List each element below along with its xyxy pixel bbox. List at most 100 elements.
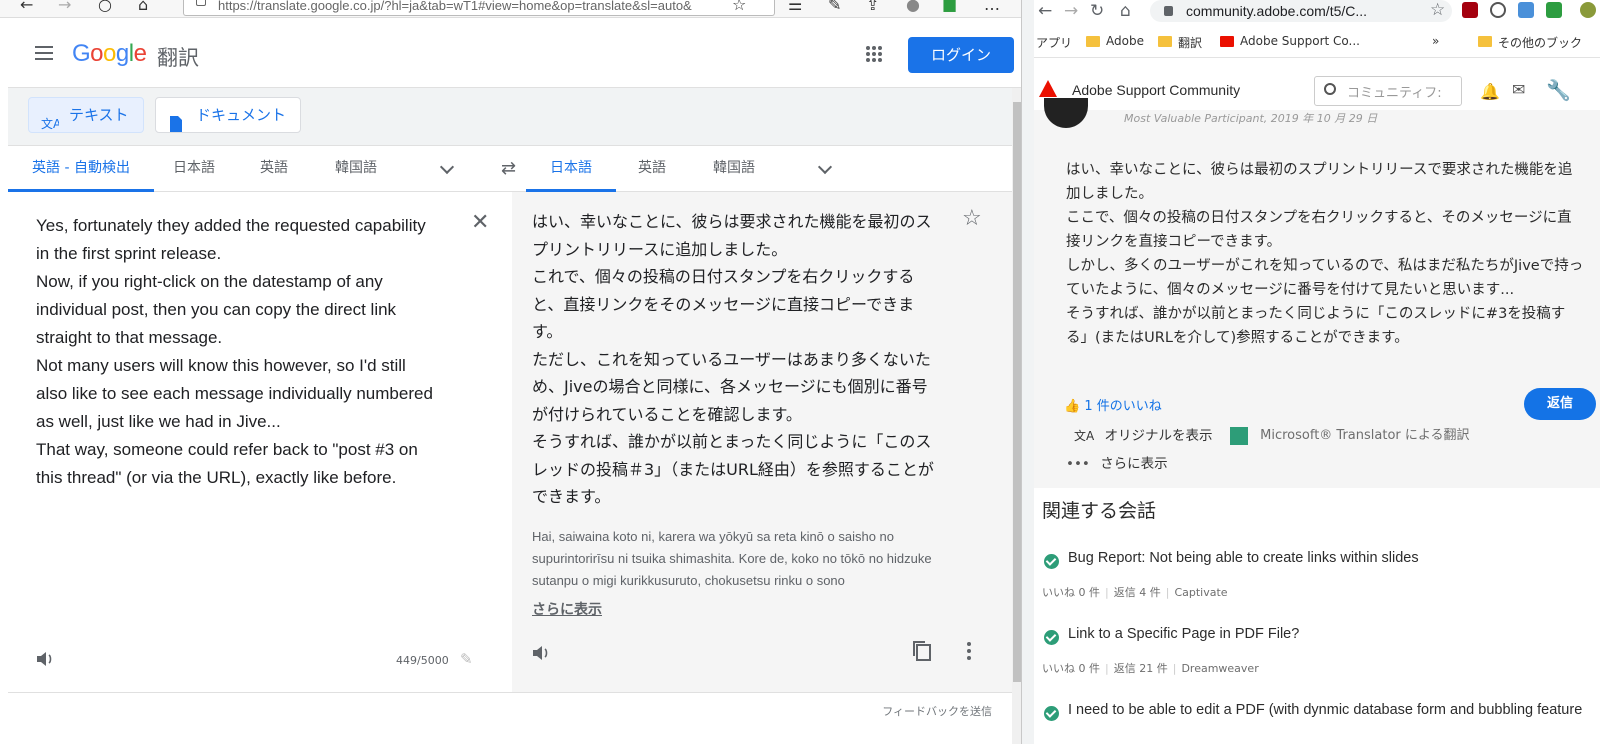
back-icon[interactable]: ← <box>20 0 33 14</box>
target-panel: はい、幸いなことに、彼らは要求された機能を最初のスプリントリリースに追加しました… <box>512 192 1012 692</box>
product-name: 翻訳 <box>157 46 199 70</box>
conversation-title[interactable]: Link to a Specific Page in PDF File? <box>1068 626 1299 642</box>
bookmark-star-icon[interactable]: ☆ <box>1430 0 1445 20</box>
translate-icon: 文A <box>41 106 59 140</box>
reply-button[interactable]: 返信 <box>1524 388 1596 420</box>
bookmark-adobe-support[interactable]: Adobe Support Co... <box>1220 34 1360 48</box>
conversation-meta: いいね 0 件 | 返信 4 件 | Captivate <box>1042 586 1228 599</box>
translation-output: はい、幸いなことに、彼らは要求された機能を最初のスプリントリリースに追加しました… <box>532 212 934 506</box>
target-speaker-icon[interactable] <box>532 642 552 662</box>
show-original-link[interactable]: 文A オリジナルを表示 <box>1074 424 1213 444</box>
thumbs-up-icon: 👍 <box>1064 399 1081 414</box>
bookmarks-bar: アプリ Adobe 翻訳 Adobe Support Co... » その他のブ… <box>1034 28 1600 58</box>
edge-toolbar: ← → ○ ⌂ https://translate.google.co.jp/?… <box>0 0 1021 18</box>
more-menu-icon[interactable]: … <box>984 0 1000 14</box>
translator-icon <box>1230 426 1248 445</box>
document-icon <box>168 106 184 140</box>
notification-bell-icon[interactable]: 🔔 <box>1480 82 1500 101</box>
bookmark-translate[interactable]: 翻訳 <box>1158 34 1202 51</box>
speaker-icon[interactable] <box>36 648 56 668</box>
forward-icon[interactable]: → <box>58 0 71 14</box>
save-star-icon[interactable]: ☆ <box>962 206 982 231</box>
author-avatar[interactable] <box>1044 98 1088 128</box>
source-lang-detect[interactable]: 英語 - 自動検出 <box>8 146 154 192</box>
scrollbar-thumb[interactable] <box>1013 102 1021 682</box>
address-bar[interactable]: https://translate.google.co.jp/?hl=ja&ta… <box>183 0 775 16</box>
favorite-star-icon[interactable]: ☆ <box>732 0 746 14</box>
show-more-link[interactable]: さらに表示 <box>532 599 602 619</box>
acrobat-extension-icon[interactable] <box>1462 2 1478 18</box>
source-lang-english[interactable]: 英語 <box>236 146 312 192</box>
source-textarea[interactable]: Yes, fortunately they added the requeste… <box>36 212 456 492</box>
address-text: https://translate.google.co.jp/?hl=ja&ta… <box>218 0 692 13</box>
language-bar: 英語 - 自動検出 日本語 英語 韓国語 ⇄ 日本語 英語 韓国語 <box>8 145 1012 192</box>
mail-icon[interactable]: ✉ <box>1512 80 1525 99</box>
google-logo[interactable]: Google <box>72 40 147 68</box>
svg-text:文A: 文A <box>41 116 59 131</box>
resolved-check-icon <box>1044 706 1059 721</box>
related-heading: 関連する会話 <box>1042 500 1157 522</box>
target-lang-japanese[interactable]: 日本語 <box>526 146 616 192</box>
bookmarks-overflow-icon[interactable]: » <box>1432 34 1439 48</box>
char-count: 449/5000 <box>396 654 449 667</box>
login-button[interactable]: ログイン <box>908 37 1014 73</box>
adobe-header: Adobe Support Community コミュニティフ: 🔔 ✉ 🔧 <box>1034 74 1600 110</box>
bookmark-apps[interactable]: アプリ <box>1034 34 1072 51</box>
edit-pencil-icon[interactable]: ✎ <box>460 650 473 668</box>
bookmark-adobe[interactable]: Adobe <box>1086 34 1144 48</box>
menu-icon[interactable] <box>35 46 55 60</box>
conversation-title[interactable]: Bug Report: Not being able to create lin… <box>1068 550 1419 566</box>
omnibox[interactable]: community.adobe.com/t5/C... <box>1150 0 1452 22</box>
home-icon[interactable]: ⌂ <box>1120 1 1131 21</box>
profile-avatar[interactable] <box>1580 2 1596 18</box>
more-link[interactable]: ••• さらに表示 <box>1066 452 1168 472</box>
like-button[interactable]: 👍 1 件のいいね <box>1064 395 1162 414</box>
community-title[interactable]: Adobe Support Community <box>1072 82 1240 98</box>
page-scrollbar[interactable] <box>1012 88 1021 744</box>
more-options-icon[interactable] <box>966 640 972 661</box>
lock-icon <box>1164 6 1173 16</box>
target-lang-english[interactable]: 英語 <box>614 146 690 192</box>
home-icon[interactable]: ⌂ <box>138 0 148 14</box>
source-lang-more-icon[interactable] <box>439 159 455 175</box>
reload-icon[interactable]: ↻ <box>1090 1 1104 21</box>
source-footer: 449/5000 ✎ <box>8 642 512 672</box>
document-mode-button[interactable]: ドキュメント <box>155 97 302 133</box>
ms-translator-credit: Microsoft® Translator による翻訳 <box>1230 424 1470 445</box>
send-feedback-link[interactable]: フィードバックを送信 <box>882 703 992 719</box>
check-extension-icon[interactable]: ■ <box>942 0 957 14</box>
settings-wrench-icon[interactable]: 🔧 <box>1546 78 1571 102</box>
swap-languages-icon[interactable]: ⇄ <box>501 158 516 179</box>
conversation-title[interactable]: I need to be able to edit a PDF (with dy… <box>1068 702 1582 718</box>
pen-icon[interactable]: ✎ <box>828 0 841 14</box>
community-search-input[interactable]: コミュニティフ: <box>1314 76 1462 106</box>
transliteration-text: Hai, saiwaina koto ni, karera wa yōkyū s… <box>532 529 932 588</box>
refresh-icon[interactable]: ○ <box>98 0 112 14</box>
source-panel: Yes, fortunately they added the requeste… <box>8 192 512 692</box>
github-extension-icon[interactable] <box>1490 2 1506 18</box>
extension-icon[interactable]: ● <box>906 0 920 14</box>
forward-icon[interactable]: → <box>1064 1 1078 21</box>
source-lang-japanese[interactable]: 日本語 <box>149 146 239 192</box>
text-mode-button[interactable]: 文A テキスト <box>28 97 144 133</box>
target-lang-korean[interactable]: 韓国語 <box>689 146 779 192</box>
extension-icon[interactable] <box>1518 2 1534 18</box>
target-lang-more-icon[interactable] <box>817 159 833 175</box>
conversation-meta: いいね 0 件 | 返信 21 件 | Dreamweaver <box>1042 662 1259 675</box>
desktop: ← → ○ ⌂ https://translate.google.co.jp/?… <box>0 0 1600 744</box>
lock-icon <box>196 0 206 6</box>
omnibox-url: community.adobe.com/t5/C... <box>1186 3 1368 19</box>
favorites-list-icon[interactable]: ☰ <box>788 0 802 14</box>
apps-grid-icon[interactable] <box>866 46 882 62</box>
other-bookmarks[interactable]: その他のブック <box>1478 34 1582 51</box>
source-lang-korean[interactable]: 韓国語 <box>311 146 401 192</box>
adobe-logo-icon[interactable] <box>1039 80 1057 97</box>
share-icon[interactable]: ⇪ <box>866 0 879 14</box>
clear-source-icon[interactable]: ✕ <box>471 210 489 235</box>
search-icon <box>1324 83 1336 95</box>
back-icon[interactable]: ← <box>1038 1 1052 21</box>
copy-icon[interactable] <box>912 640 932 662</box>
ellipsis-icon: ••• <box>1066 456 1090 472</box>
check-extension-icon[interactable] <box>1546 2 1562 18</box>
chrome-toolbar: ← → ↻ ⌂ community.adobe.com/t5/C... ☆ <box>1034 0 1600 26</box>
